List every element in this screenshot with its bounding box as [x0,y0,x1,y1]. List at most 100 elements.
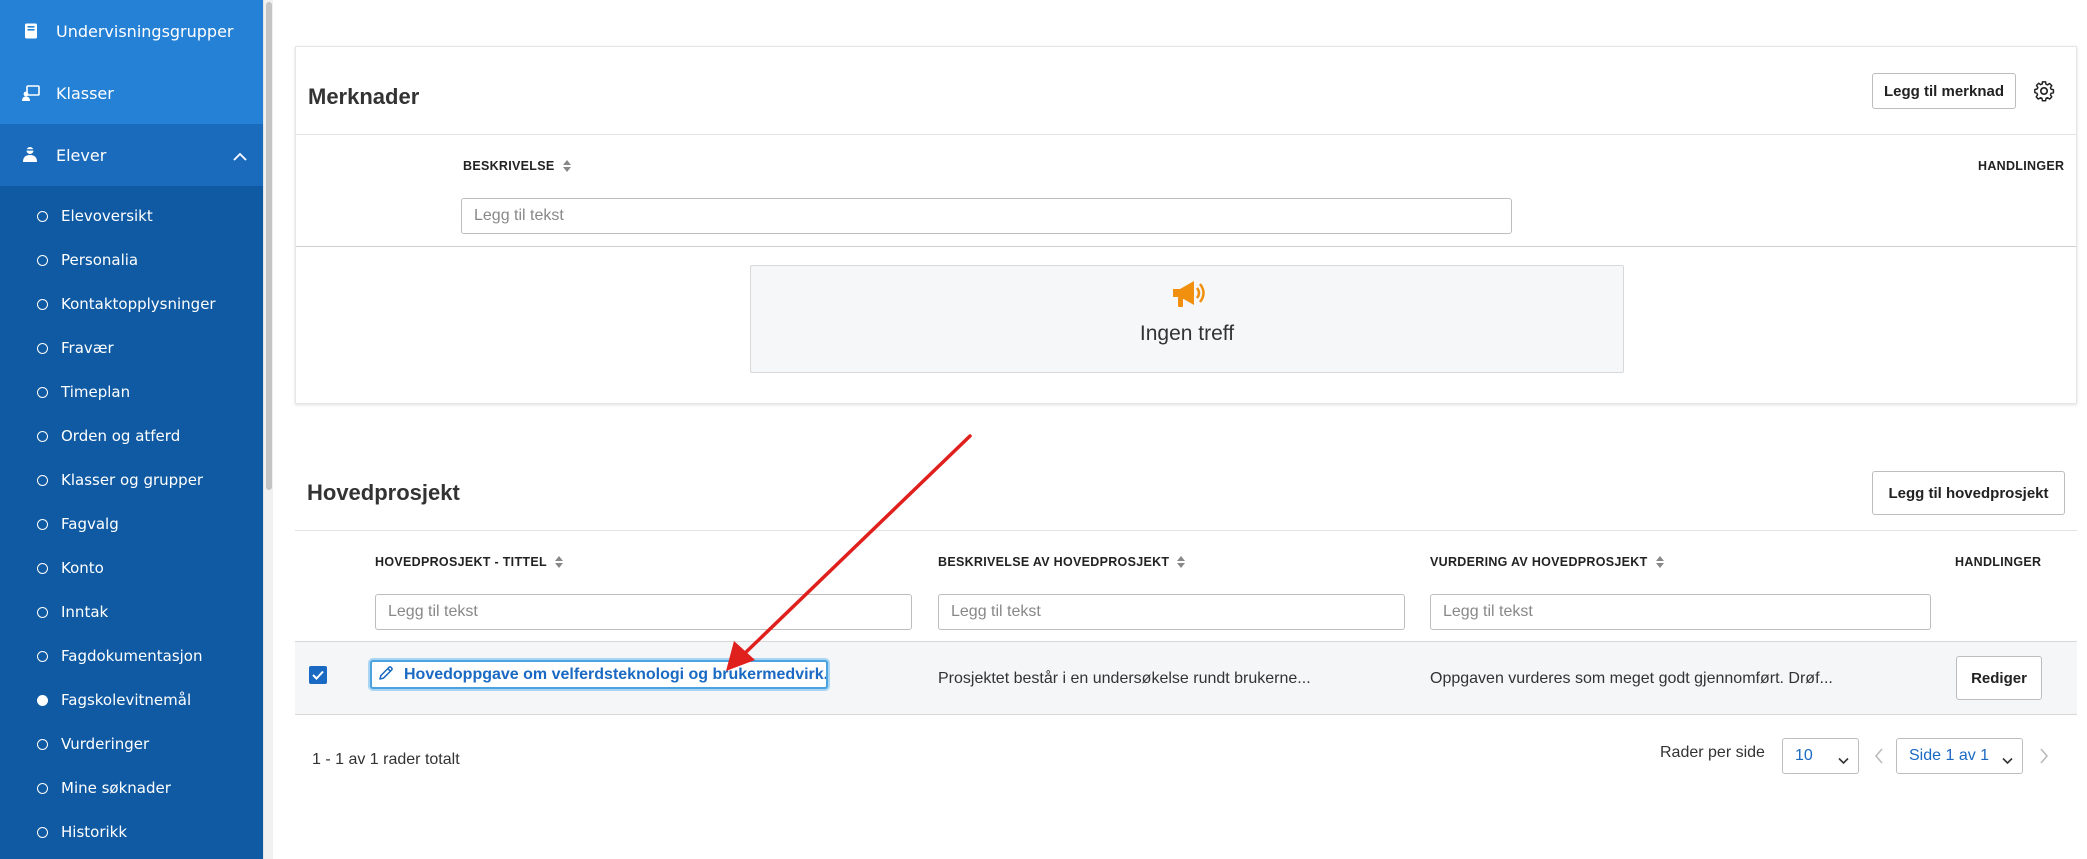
sidebar-subitem-label: Inntak [61,603,109,621]
chevron-up-icon[interactable] [233,146,247,165]
sidebar-subitem[interactable]: Elevoversikt [0,194,263,238]
next-page-icon[interactable] [2039,748,2049,768]
sidebar-subitem[interactable]: Mine søknader [0,766,263,810]
sidebar-scrollbar[interactable] [263,0,273,859]
column-header-tittel[interactable]: HOVEDPROSJEKT - TITTEL [375,555,563,569]
column-header-label: HANDLINGER [1978,159,2065,173]
sidebar-subitem-label: Fagdokumentasjon [61,647,203,665]
divider [296,134,2076,135]
sidebar-item-klasser[interactable]: Klasser [0,62,263,124]
hovedprosjekt-title: Hovedprosjekt [307,480,460,505]
sidebar-subitem[interactable]: Fagdokumentasjon [0,634,263,678]
sidebar-section-elever[interactable]: Elever [0,124,263,186]
sidebar-subitem[interactable]: Fagskolevitnemål [0,678,263,722]
sort-icon[interactable] [554,556,563,568]
rows-per-page-label: Rader per side [1660,744,1765,761]
column-header-label: VURDERING AV HOVEDPROSJEKT [1430,555,1648,569]
column-header-handlinger: HANDLINGER [1955,555,2041,569]
column-header-beskrivelse[interactable]: BESKRIVELSE [463,159,571,173]
sidebar-subitem[interactable]: Kontaktopplysninger [0,282,263,326]
radio-empty-icon [37,298,48,310]
book-icon [22,22,40,40]
radio-empty-icon [37,474,48,486]
sidebar-subitem-label: Elevoversikt [61,207,153,225]
sidebar-subitem[interactable]: Konto [0,546,263,590]
radio-empty-icon [37,738,48,750]
merknad-filter-input[interactable] [461,198,1512,234]
column-header-beskrivelse[interactable]: BESKRIVELSE AV HOVEDPROSJEKT [938,555,1186,569]
divider [295,530,2077,531]
sidebar-top-group: Undervisningsgrupper Klasser [0,0,263,124]
sidebar-subitem[interactable]: Fagvalg [0,502,263,546]
megaphone-icon [1169,278,1205,314]
sidebar-subitem-label: Fagskolevitnemål [61,691,192,709]
column-header-label: BESKRIVELSE [463,159,555,173]
gear-icon[interactable] [2033,80,2055,102]
row-title-link[interactable]: Hovedoppgave om velferdsteknologi og bru… [370,660,828,689]
scrollbar-thumb[interactable] [266,2,272,490]
add-merknad-button[interactable]: Legg til merknad [1872,73,2016,109]
classroom-icon [22,84,40,102]
divider [296,246,2076,247]
radio-empty-icon [37,826,48,838]
merknader-title: Merknader [308,84,420,109]
radio-empty-icon [37,606,48,618]
radio-empty-icon [37,518,48,530]
merknader-panel: Merknader Legg til merknad BESKRIVELSE H… [295,46,2077,404]
pencil-icon [378,665,394,685]
sidebar-subitem[interactable]: Personalia [0,238,263,282]
column-header-label: BESKRIVELSE AV HOVEDPROSJEKT [938,555,1170,569]
chevron-down-icon [1838,752,1849,770]
table-row[interactable]: Hovedoppgave om velferdsteknologi og bru… [295,641,2077,715]
sidebar-subitem-label: Konto [61,559,104,577]
sidebar-subitem-label: Vurderinger [61,735,150,753]
chevron-down-icon [2002,752,2013,770]
sidebar-subitem-label: Historikk [61,823,128,841]
sort-icon[interactable] [1655,556,1664,568]
sidebar-item-undervisningsgrupper[interactable]: Undervisningsgrupper [0,0,263,62]
students-icon [22,146,40,164]
page-select[interactable]: Side 1 av 1 [1896,738,2023,774]
radio-empty-icon [37,386,48,398]
sidebar-subitems: Elevoversikt Personalia Kontaktopplysninge… [0,194,263,854]
sidebar-subitem[interactable]: Vurderinger [0,722,263,766]
sidebar-subitem[interactable]: Fravær [0,326,263,370]
sidebar-subitem[interactable]: Timeplan [0,370,263,414]
add-hovedprosjekt-button[interactable]: Legg til hovedprosjekt [1872,471,2065,515]
empty-state-text: Ingen treff [1139,322,1235,345]
edit-button[interactable]: Rediger [1956,656,2042,700]
sidebar-subitem-label: Fagvalg [61,515,119,533]
sidebar-section-label: Elever [56,145,107,165]
radio-filled-icon [37,694,48,706]
radio-empty-icon [37,342,48,354]
prev-page-icon[interactable] [1874,748,1884,768]
sidebar-subitem[interactable]: Historikk [0,810,263,854]
sidebar-item-label: Klasser [56,83,114,103]
column-header-vurdering[interactable]: VURDERING AV HOVEDPROSJEKT [1430,555,1664,569]
column-header-handlinger: HANDLINGER [1978,159,2064,173]
sidebar-subitem[interactable]: Inntak [0,590,263,634]
radio-empty-icon [37,562,48,574]
page-value: Side 1 av 1 [1909,747,1990,764]
rows-summary: 1 - 1 av 1 rader totalt [312,751,460,768]
radio-empty-icon [37,254,48,266]
radio-empty-icon [37,210,48,222]
sidebar-subitem-label: Klasser og grupper [61,471,204,489]
sidebar-subitem-label: Mine søknader [61,779,171,797]
sidebar-subitem[interactable]: Klasser og grupper [0,458,263,502]
sort-icon[interactable] [1177,556,1186,568]
hovedprosjekt-panel: Hovedprosjekt Legg til hovedprosjekt HOV… [295,458,2077,774]
sidebar-subitem[interactable]: Orden og atferd [0,414,263,458]
sidebar-subitem-label: Fravær [61,339,114,357]
beskrivelse-filter-input[interactable] [938,594,1405,630]
row-checkbox[interactable] [309,666,327,684]
row-assessment: Oppgaven vurderes som meget godt gjennom… [1430,670,1833,687]
rows-per-page-select[interactable]: 10 [1782,738,1859,774]
vurdering-filter-input[interactable] [1430,594,1931,630]
sidebar-subitem-label: Kontaktopplysninger [61,295,216,313]
tittel-filter-input[interactable] [375,594,912,630]
row-title-text: Hovedoppgave om velferdsteknologi og bru… [404,665,826,683]
rows-per-page-value: 10 [1795,747,1813,764]
sidebar-subitem-label: Timeplan [61,383,131,401]
sort-icon[interactable] [562,160,571,172]
